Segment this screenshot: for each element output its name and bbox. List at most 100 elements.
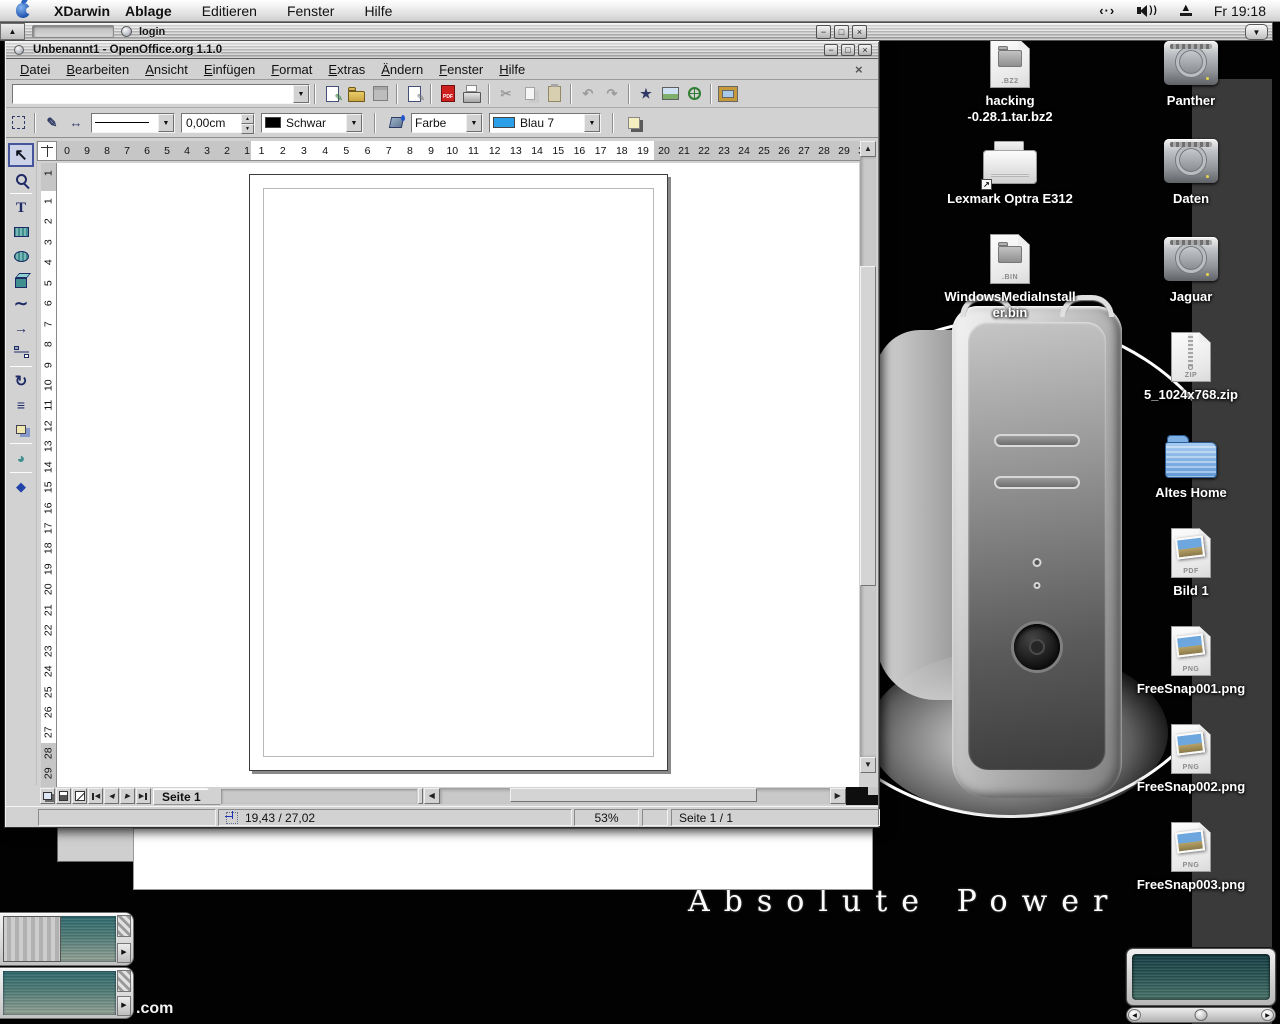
desktop-icon-windowsmedia-installer[interactable]: .BIN WindowsMediaInstall er.bin — [918, 232, 1102, 330]
menu-item[interactable]: Format — [263, 62, 320, 77]
scroll-left-icon[interactable]: ◀ — [424, 788, 440, 804]
scroll-right-icon[interactable]: ▶ — [117, 996, 131, 1016]
scroll-right-icon[interactable]: ▶ — [117, 943, 131, 963]
chevron-down-icon[interactable]: ▼ — [293, 85, 309, 103]
menu-item[interactable]: Fenster — [431, 62, 491, 77]
window-shade-button[interactable]: ▼ — [1245, 24, 1268, 40]
desktop-icon-freesnap002[interactable]: PNG FreeSnap002.png — [1110, 722, 1272, 820]
scrollbar-thumb[interactable] — [510, 788, 757, 802]
tool-zoom[interactable] — [8, 167, 34, 191]
tool-insert-object[interactable]: ◕ — [8, 446, 34, 470]
desktop-icon-jaguar-drive[interactable]: Jaguar — [1110, 232, 1272, 330]
line-dialog-button[interactable]: ✎ — [40, 111, 64, 135]
grow-handle-icon[interactable] — [117, 970, 131, 992]
open-button[interactable] — [344, 82, 368, 106]
next-page-button[interactable]: ▶ — [120, 788, 135, 804]
first-page-button[interactable]: ◀ — [88, 788, 103, 804]
titlebar-gem-icon[interactable] — [121, 26, 132, 37]
desktop-icon-bild1-pdf[interactable]: PDF Bild 1 — [1110, 526, 1272, 624]
tool-rectangle[interactable] — [8, 220, 34, 244]
menubar-app-name[interactable]: XDarwin — [54, 3, 125, 19]
grow-handle-icon[interactable] — [117, 915, 131, 937]
copy-button[interactable] — [518, 82, 542, 106]
status-page-cell[interactable]: Seite 1 / 1 — [671, 809, 880, 826]
tool-lines-arrows[interactable]: → — [8, 316, 34, 340]
desktop-icon-freesnap001[interactable]: PNG FreeSnap001.png — [1110, 624, 1272, 722]
menubar-item[interactable]: Hilfe — [349, 3, 407, 19]
fill-type-select[interactable]: Farbe ▼ — [411, 113, 483, 133]
menu-item[interactable]: Bearbeiten — [58, 62, 137, 77]
window-resize-corner[interactable] — [846, 787, 878, 805]
document-page[interactable] — [249, 174, 668, 771]
hyperlink-button[interactable] — [682, 82, 706, 106]
desktop-icon-zip-file[interactable]: ZIP 5_1024x768.zip — [1110, 330, 1272, 428]
print-button[interactable] — [460, 82, 484, 106]
menubar-item[interactable]: Ablage — [125, 3, 187, 19]
vertical-ruler[interactable]: 1 12345678910111213141516171819202122232… — [41, 163, 57, 787]
scroll-right-icon[interactable]: ▶ — [1261, 1009, 1274, 1021]
navigator-button[interactable]: ★ — [634, 82, 658, 106]
status-zoom-cell[interactable]: 53% — [574, 809, 639, 826]
menu-bar-clock[interactable]: Fr 19:18 — [1214, 3, 1266, 19]
menubar-item[interactable]: Editieren — [187, 3, 272, 19]
fill-color-select[interactable]: Blau 7 ▼ — [489, 113, 601, 133]
teal-window-scrollbar[interactable]: ◀ ▶ — [1126, 1007, 1276, 1023]
vertical-scrollbar[interactable]: ▲ ▼ — [859, 141, 877, 787]
tab-splitter-handle[interactable] — [418, 788, 423, 804]
spin-up-icon[interactable]: ▲ — [241, 114, 254, 124]
layer-view-button[interactable] — [72, 788, 87, 804]
desktop-icon-altes-home-folder[interactable]: Altes Home — [1110, 428, 1272, 526]
tool-alignment[interactable]: ≡ — [8, 393, 34, 417]
previous-page-button[interactable]: ◀ — [104, 788, 119, 804]
scrollbar-thumb[interactable] — [860, 266, 876, 586]
page-view-button[interactable] — [40, 788, 55, 804]
gallery-button[interactable] — [658, 82, 682, 106]
chevron-down-icon[interactable]: ▼ — [346, 114, 362, 132]
menu-item[interactable]: Ansicht — [137, 62, 196, 77]
line-style-select[interactable]: ▼ — [91, 113, 175, 133]
new-document-button[interactable]: ✎ — [320, 82, 344, 106]
menu-item[interactable]: Einfügen — [196, 62, 263, 77]
teal-window-bottom-right[interactable] — [1126, 948, 1276, 1006]
tool-text[interactable]: T — [8, 196, 34, 220]
horizontal-scrollbar[interactable] — [440, 788, 830, 804]
undo-button[interactable]: ↶ — [576, 82, 600, 106]
desktop-icon-lexmark-printer[interactable]: ↗ Lexmark Optra E312 — [918, 134, 1102, 232]
chevron-down-icon[interactable]: ▼ — [584, 114, 600, 132]
tool-curve[interactable]: ∼ — [8, 292, 34, 316]
imagemap-button[interactable] — [716, 82, 740, 106]
tool-select[interactable]: ↖ — [8, 143, 34, 167]
paste-button[interactable] — [542, 82, 566, 106]
close-button[interactable]: × — [858, 44, 872, 56]
last-page-button[interactable]: ▶ — [136, 788, 151, 804]
arrow-style-button[interactable]: ↔ — [64, 111, 88, 135]
menu-item[interactable]: Extras — [320, 62, 373, 77]
cut-button[interactable]: ✂ — [494, 82, 518, 106]
volume-icon[interactable]: )) — [1137, 5, 1158, 17]
menubar-item[interactable]: Fenster — [272, 3, 349, 19]
close-button[interactable]: × — [852, 25, 867, 39]
desktop-icon-daten-drive[interactable]: Daten — [1110, 134, 1272, 232]
apple-menu-icon[interactable] — [16, 3, 30, 18]
area-dialog-button[interactable] — [384, 111, 408, 135]
url-combobox[interactable]: ▼ — [12, 84, 310, 104]
tool-ellipse[interactable] — [8, 244, 34, 268]
scrollbar-thumb[interactable] — [1195, 1009, 1208, 1021]
tool-3d-controller[interactable]: ◆ — [8, 475, 34, 499]
minimize-button[interactable]: − — [824, 44, 838, 56]
input-switcher-icon[interactable]: ‹·› — [1099, 3, 1115, 18]
desktop-icon-freesnap003[interactable]: PNG FreeSnap003.png — [1110, 820, 1272, 918]
scrollbar-track[interactable] — [860, 157, 876, 757]
chevron-down-icon[interactable]: ▼ — [158, 114, 174, 132]
close-document-button[interactable]: × — [851, 62, 867, 77]
ruler-origin-icon[interactable] — [37, 141, 57, 161]
desktop-icon-panther-drive[interactable]: Panther — [1110, 36, 1272, 134]
edit-points-button[interactable] — [6, 111, 30, 135]
chevron-down-icon[interactable]: ▼ — [466, 114, 482, 132]
menu-item[interactable]: Ändern — [373, 62, 431, 77]
tool-3d-objects[interactable] — [8, 268, 34, 292]
save-button[interactable] — [368, 82, 392, 106]
page-tab-seite1[interactable]: Seite 1 — [153, 788, 221, 805]
maximize-button[interactable]: □ — [841, 44, 855, 56]
scroll-down-icon[interactable]: ▼ — [860, 757, 876, 773]
